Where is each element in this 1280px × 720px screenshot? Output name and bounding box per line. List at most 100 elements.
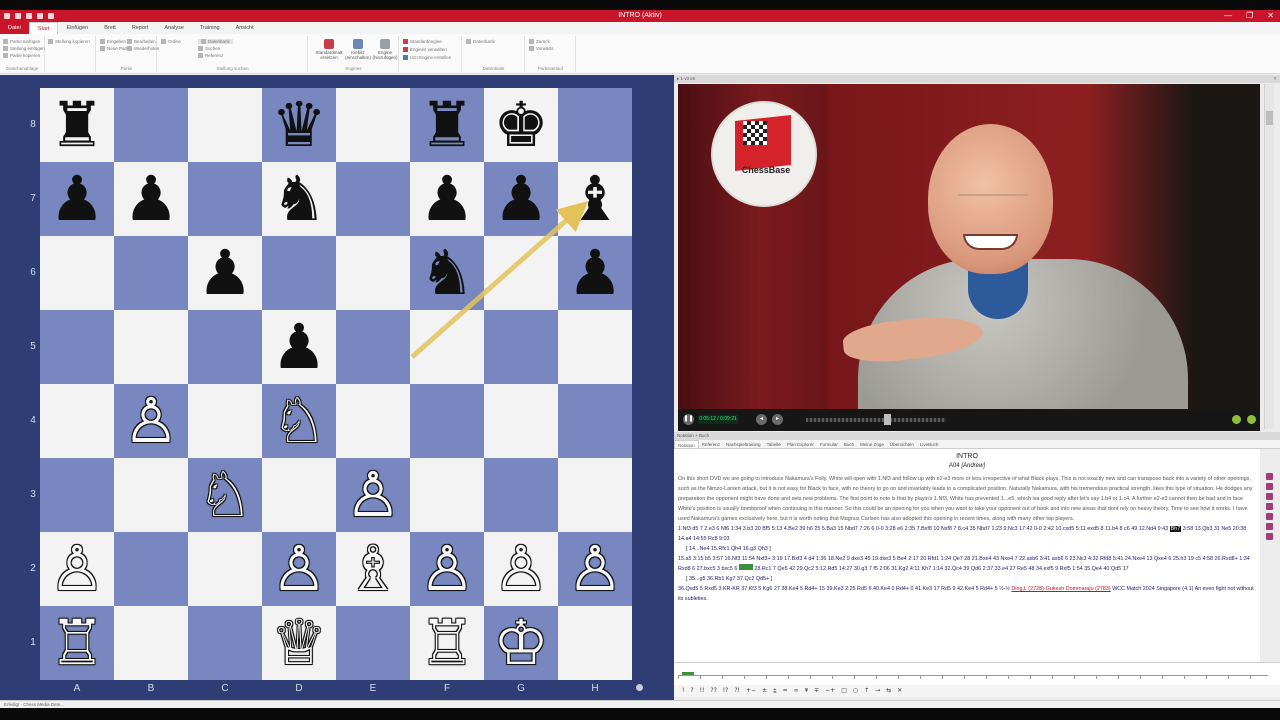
minimize-button[interactable]: — (1224, 10, 1232, 22)
white-piece-a1[interactable]: ♖ (40, 606, 114, 680)
maximize-button[interactable]: ❐ (1246, 10, 1253, 22)
tab-insert[interactable]: Einfügen (58, 22, 96, 34)
annotation-symbol-button[interactable]: ! (682, 685, 684, 697)
square-a5[interactable] (40, 310, 114, 384)
white-piece-b4[interactable]: ♙ (114, 384, 188, 458)
kibitz-button[interactable]: Kiebitz (einschalten) (345, 39, 371, 60)
tab-start[interactable]: Start (28, 22, 59, 34)
annotation-symbol-button[interactable]: = (783, 685, 788, 697)
annotation-symbol-button[interactable]: !! (700, 685, 705, 697)
tool-icon-5[interactable] (1266, 513, 1273, 520)
square-d6[interactable] (262, 236, 336, 310)
square-h4[interactable] (558, 384, 632, 458)
tab-view[interactable]: Ansicht (228, 22, 262, 34)
tab-analysis[interactable]: Analyse (156, 22, 192, 34)
annotation-symbol-button[interactable]: ✕ (897, 685, 902, 697)
square-h5[interactable] (558, 310, 632, 384)
scroll-thumb[interactable] (1266, 111, 1273, 125)
repeat-button[interactable]: Wiederholen (127, 46, 159, 52)
tool-icon-3[interactable] (1266, 493, 1273, 500)
video-player[interactable]: ChessBase (678, 84, 1260, 409)
back-button[interactable]: Zurück (529, 39, 550, 45)
close-icon[interactable]: ✕ (1273, 75, 1277, 83)
copy-game-button[interactable]: Partie kopieren (3, 53, 40, 59)
paste-game-button[interactable]: Partie einfügen (3, 39, 40, 45)
annotation-symbol-button[interactable]: −+ (825, 685, 835, 697)
main-line-2[interactable]: 15.a5 3:15 b5 3:57 16.Nf3 11:54 Nxf3+ 3:… (678, 554, 1256, 574)
standard-mate-button[interactable]: Standardmatt ersetzen (315, 39, 343, 60)
black-piece-a7[interactable]: ♟ (40, 162, 114, 236)
evaluation-chart[interactable] (674, 662, 1280, 685)
tab-table[interactable]: Tabelle (764, 440, 784, 448)
annotation-symbol-button[interactable]: ± (762, 685, 767, 697)
annotation-symbol-button[interactable]: ?! (734, 685, 740, 697)
black-piece-f8[interactable]: ♜ (410, 88, 484, 162)
square-e4[interactable] (336, 384, 410, 458)
square-h8[interactable] (558, 88, 632, 162)
annotation-symbol-button[interactable]: → (875, 685, 880, 697)
tool-icon-2[interactable] (1266, 483, 1273, 490)
variation-2[interactable]: [ 35...g5 36.Rb1 Kg7 37.Qc2 Qd5+ ] (678, 574, 1256, 584)
main-line-3[interactable]: 36.Qxd5 5 Rxd5 3 KR-KR 37.Kf3 5 Kg6 27 3… (678, 584, 1256, 604)
prev-chapter-icon[interactable] (1232, 415, 1241, 424)
tab-notation[interactable]: Notation (674, 440, 699, 448)
search-button[interactable]: Suchen (198, 46, 220, 52)
square-d3[interactable] (262, 458, 336, 532)
tool-icon-6[interactable] (1266, 523, 1273, 530)
black-piece-d8[interactable]: ♛ (262, 88, 336, 162)
annotation-symbol-button[interactable]: ?? (710, 685, 716, 697)
black-piece-g7[interactable]: ♟ (484, 162, 558, 236)
next-chapter-icon[interactable] (1247, 415, 1256, 424)
white-piece-g1[interactable]: ♔ (484, 606, 558, 680)
tab-file[interactable]: Datei (0, 22, 29, 34)
white-piece-c3[interactable]: ♘ (188, 458, 262, 532)
white-piece-f2[interactable]: ♙ (410, 532, 484, 606)
square-e1[interactable] (336, 606, 410, 680)
annotation-symbol-button[interactable]: ⩱ (805, 685, 809, 697)
tab-livebook[interactable]: LiveBuch (917, 440, 942, 448)
paste-position-button[interactable]: Stellung einfügen (3, 46, 45, 52)
reference-button[interactable]: Referenz (198, 53, 223, 59)
white-piece-a2[interactable]: ♙ (40, 532, 114, 606)
forward-button[interactable]: Vorwärts (529, 46, 554, 52)
square-b1[interactable] (114, 606, 188, 680)
white-piece-d2[interactable]: ♙ (262, 532, 336, 606)
square-c4[interactable] (188, 384, 262, 458)
database-search-field[interactable]: Datenbank (198, 39, 233, 45)
square-f5[interactable] (410, 310, 484, 384)
square-e8[interactable] (336, 88, 410, 162)
annotation-symbol-button[interactable]: ⇆ (886, 685, 891, 697)
annotation-symbol-button[interactable]: ∓ (814, 685, 819, 697)
annotation-symbol-button[interactable]: ↑ (864, 685, 869, 697)
database-button[interactable]: Datenbank (466, 39, 495, 45)
current-move[interactable]: Bh7 (1169, 526, 1182, 532)
square-b3[interactable] (114, 458, 188, 532)
tab-plan-explorer[interactable]: Plan Explorer (784, 440, 817, 448)
close-button[interactable]: ✕ (1267, 10, 1274, 22)
tab-book[interactable]: Buch (841, 440, 857, 448)
video-seekbar[interactable] (806, 418, 946, 422)
chessboard[interactable]: ♜ ♛ ♜ ♚ ♟ ♟ ♞ ♟ ♟ ♝ ♟ ♞ ♟ ♟ ♙ ♘ ♘ ♙ ♙ ♙ ♗ ♙ ♙ ♙ ♖ ♕ ♖ ♔ (40, 88, 632, 680)
reference-game-link[interactable]: Ding,L (2728)-Gukesh Dommaraju (2783) (1011, 586, 1110, 592)
board-resize-handle[interactable] (636, 684, 643, 691)
rewind-icon[interactable]: ◂ (756, 414, 767, 425)
square-g4[interactable] (484, 384, 558, 458)
notation-text[interactable]: INTRO A04 [Andrew] On this short DVD we … (674, 449, 1260, 662)
black-piece-f6[interactable]: ♞ (410, 236, 484, 310)
manage-engines-button[interactable]: Engines verwalten (403, 47, 447, 53)
white-piece-d4[interactable]: ♘ (262, 384, 336, 458)
add-engine-button[interactable]: Engine (hinzufügen) (372, 39, 398, 60)
white-piece-d1[interactable]: ♕ (262, 606, 336, 680)
black-piece-g8[interactable]: ♚ (484, 88, 558, 162)
square-c2[interactable] (188, 532, 262, 606)
tab-reference[interactable]: Referenz (699, 440, 723, 448)
main-line-1[interactable]: 1.Nf3 d5 7 2.e3 6 Nf6 1:34 3.b3 20 Bf5 5… (678, 524, 1256, 544)
black-piece-c6[interactable]: ♟ (188, 236, 262, 310)
annotation-symbol-button[interactable]: □ (841, 685, 847, 697)
white-piece-e2[interactable]: ♗ (336, 532, 410, 606)
black-piece-f7[interactable]: ♟ (410, 162, 484, 236)
moves-text[interactable]: 1.Nf3 d5 7 2.e3 6 Nf6 1:34 3.b3 20 Bf5 5… (678, 526, 1168, 532)
square-b2[interactable] (114, 532, 188, 606)
tab-form[interactable]: Formular (817, 440, 841, 448)
tool-icon-4[interactable] (1266, 503, 1273, 510)
